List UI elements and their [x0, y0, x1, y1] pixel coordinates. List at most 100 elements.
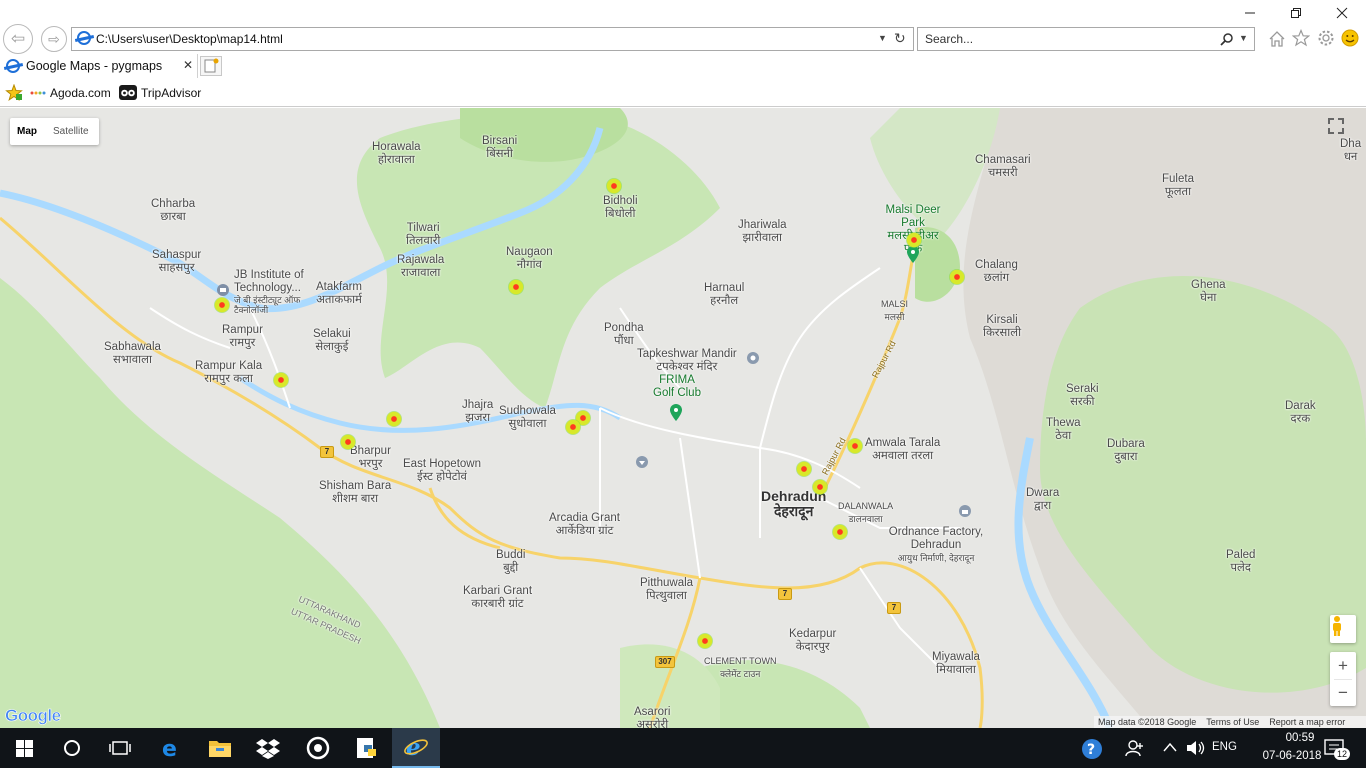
- school-poi-icon[interactable]: [216, 283, 230, 297]
- place-label: Tilwari तिलवारी: [406, 222, 441, 247]
- notification-count-badge: 12: [1334, 748, 1351, 760]
- clock-time[interactable]: 00:59: [1276, 732, 1324, 744]
- place-label-frima-golf-club[interactable]: FRIMA Golf Club: [650, 374, 704, 400]
- task-view-button[interactable]: [96, 728, 144, 768]
- map-canvas[interactable]: Map Satellite Horawala होरावाला Birsani बि…: [0, 108, 1366, 728]
- search-dropdown-icon[interactable]: ▼: [1239, 33, 1248, 43]
- place-label: DALANWALA डालनवाला: [838, 501, 894, 524]
- place-label-jb-institute[interactable]: JB Institute of Technology... जे बी इंस्ट…: [234, 269, 316, 315]
- map-marker[interactable]: [214, 297, 230, 313]
- taskbar-media-app[interactable]: [294, 728, 342, 768]
- navigation-bar: ⇦ ⇨ C:\Users\user\Desktop\map14.html ▼ ↻…: [0, 24, 1366, 54]
- internet-explorer-icon: e: [404, 735, 428, 759]
- map-marker[interactable]: [812, 479, 828, 495]
- favorites-bar: Agoda.com TripAdvisor: [0, 78, 1366, 107]
- taskbar-python-app[interactable]: [343, 728, 391, 768]
- place-label-ordnance-factory[interactable]: Ordnance Factory, Dehradun आयुध निर्माणी,…: [884, 526, 988, 565]
- favorites-star-icon[interactable]: [1292, 29, 1310, 47]
- tab-strip: Google Maps - pygmaps ✕: [0, 54, 1366, 78]
- cortana-button[interactable]: [48, 728, 96, 768]
- taskbar-file-explorer[interactable]: [196, 728, 244, 768]
- map-marker[interactable]: [832, 524, 848, 540]
- place-label: Jhariwala झारीवाला: [738, 219, 787, 244]
- place-label: Harnaul हरनौल: [704, 282, 745, 307]
- dropbox-icon: [256, 739, 280, 759]
- tab-close-button[interactable]: ✕: [183, 58, 193, 72]
- street-view-pegman[interactable]: [1330, 615, 1356, 643]
- taskbar-internet-explorer[interactable]: e: [392, 728, 440, 768]
- search-box[interactable]: Search... ▼: [917, 27, 1255, 51]
- minimize-icon: [1245, 12, 1255, 14]
- refresh-icon[interactable]: ↻: [894, 30, 906, 47]
- language-indicator[interactable]: ENG: [1212, 741, 1237, 753]
- favorites-add-icon[interactable]: [5, 84, 23, 101]
- address-bar[interactable]: C:\Users\user\Desktop\map14.html ▼ ↻: [71, 27, 914, 51]
- close-window-button[interactable]: [1319, 0, 1365, 26]
- tab-google-maps[interactable]: Google Maps - pygmaps ✕: [0, 54, 198, 78]
- favorite-tripadvisor[interactable]: TripAdvisor: [141, 86, 201, 100]
- help-tray-icon[interactable]: ?: [1081, 738, 1103, 760]
- python-script-icon: [357, 738, 376, 758]
- place-label: Fuleta फूलता: [1162, 173, 1194, 198]
- google-logo-mark: Google: [5, 706, 61, 725]
- taskbar-dropbox[interactable]: [244, 728, 292, 768]
- map-marker[interactable]: [273, 372, 289, 388]
- place-label: Bharpur भरपुर: [350, 445, 391, 470]
- place-label: East Hopetown ईस्ट होपेटोवं: [403, 458, 481, 483]
- deer-park-pin-icon[interactable]: [906, 246, 920, 264]
- place-label: Kedarpur केदारपुर: [789, 628, 837, 653]
- place-label: Pondha पौंधा: [604, 322, 644, 347]
- map-marker[interactable]: [340, 434, 356, 450]
- golf-club-pin-icon[interactable]: [669, 404, 683, 422]
- start-button[interactable]: [0, 728, 48, 768]
- map-marker[interactable]: [565, 419, 581, 435]
- place-label: Rampur रामपुर: [222, 324, 263, 349]
- address-text[interactable]: C:\Users\user\Desktop\map14.html: [96, 32, 283, 46]
- restore-button[interactable]: [1273, 0, 1319, 26]
- temple-poi-icon[interactable]: [746, 351, 760, 365]
- screen: { "browser": { "address": "C:\\Users\\us…: [0, 0, 1366, 768]
- map-type-map-button[interactable]: Map: [17, 126, 37, 137]
- taskbar-edge[interactable]: e: [148, 728, 196, 768]
- new-tab-icon: [204, 58, 219, 73]
- place-label-tapkeshwar[interactable]: Tapkeshwar Mandir टपकेश्वर मंदिर: [637, 348, 737, 374]
- forward-button[interactable]: ⇨: [41, 26, 67, 52]
- new-tab-button[interactable]: [200, 56, 222, 76]
- map-marker[interactable]: [796, 461, 812, 477]
- smiley-feedback-icon[interactable]: [1341, 29, 1359, 47]
- search-input[interactable]: Search...: [925, 32, 973, 46]
- map-data-credit: Map data ©2018 Google: [1098, 717, 1197, 727]
- home-icon[interactable]: [1268, 30, 1286, 47]
- map-marker[interactable]: [949, 269, 965, 285]
- clock-date[interactable]: 07-06-2018: [1260, 750, 1324, 762]
- address-dropdown-icon[interactable]: ▼: [878, 33, 887, 43]
- place-poi-icon[interactable]: [635, 455, 649, 469]
- favorite-agoda[interactable]: Agoda.com: [50, 86, 111, 100]
- map-marker[interactable]: [508, 279, 524, 295]
- map-marker[interactable]: [906, 232, 922, 248]
- map-marker[interactable]: [847, 438, 863, 454]
- factory-poi-icon[interactable]: [958, 504, 972, 518]
- zoom-out-button[interactable]: −: [1338, 680, 1348, 706]
- map-marker[interactable]: [386, 411, 402, 427]
- map-type-satellite-button[interactable]: Satellite: [53, 126, 89, 137]
- back-button[interactable]: ⇦: [3, 24, 33, 54]
- volume-icon[interactable]: [1186, 740, 1206, 756]
- search-icon[interactable]: [1220, 33, 1233, 46]
- zoom-in-button[interactable]: +: [1338, 652, 1348, 679]
- fullscreen-icon: [1328, 118, 1344, 134]
- report-map-error-link[interactable]: Report a map error: [1269, 717, 1345, 727]
- map-marker[interactable]: [697, 633, 713, 649]
- minimize-button[interactable]: [1227, 0, 1273, 26]
- edge-icon: e: [162, 737, 177, 760]
- place-label: Ghena घेना: [1191, 279, 1226, 304]
- place-label: Atakfarm अताकफार्म: [316, 281, 363, 306]
- chevron-up-icon[interactable]: [1163, 742, 1177, 752]
- settings-gear-icon[interactable]: [1317, 29, 1335, 47]
- terms-of-use-link[interactable]: Terms of Use: [1206, 717, 1259, 727]
- people-icon[interactable]: [1125, 739, 1145, 757]
- place-label: Naugaon नौगांव: [506, 246, 553, 271]
- map-marker[interactable]: [606, 178, 622, 194]
- tripadvisor-icon: [119, 85, 137, 100]
- place-label: Chamasari चमसरी: [975, 154, 1031, 179]
